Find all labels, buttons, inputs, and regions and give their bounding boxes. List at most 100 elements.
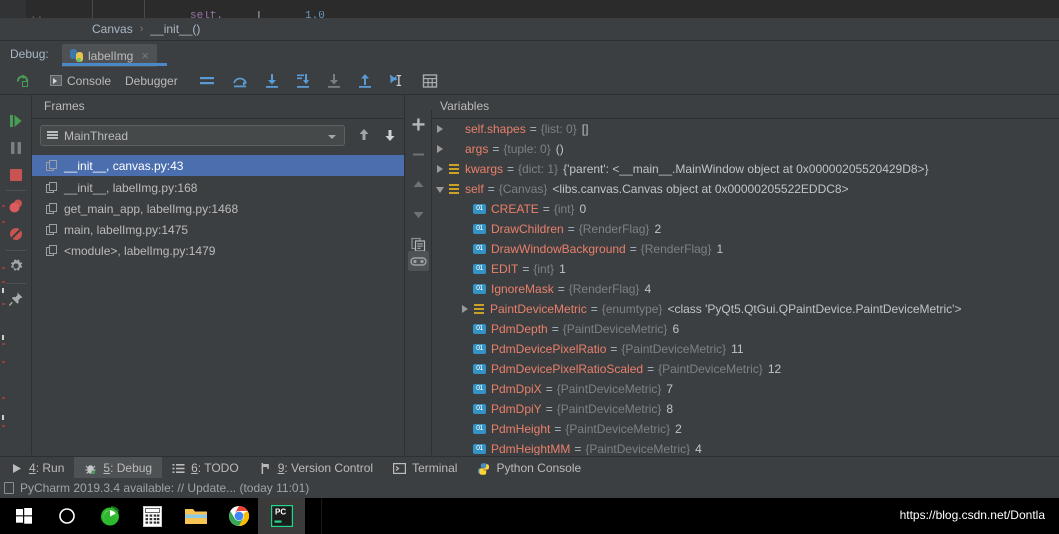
primitive-value-icon: 01 [473,364,486,374]
variable-row[interactable]: PaintDeviceMetric = {enumtype} <class 'PyQt… [461,299,961,319]
frame-row[interactable]: __init__, canvas.py:43 [32,155,404,176]
pause-program-icon[interactable] [8,140,24,156]
variable-name: CREATE [491,202,539,216]
status-message[interactable]: PyCharm 2019.3.4 available: // Update...… [20,481,309,495]
tab-debugger-label: Debugger [125,73,178,88]
chevron-down-icon[interactable] [328,135,336,139]
primitive-value-icon: 01 [473,404,486,414]
breadcrumb[interactable]: Canvas › __init__() [0,18,1059,40]
remove-watch-icon[interactable] [410,146,427,163]
variable-type: {PaintDeviceMetric} [658,362,763,376]
breadcrumb-separator: › [139,23,144,35]
file-explorer-icon[interactable] [172,498,219,534]
tool-button-debug[interactable]: 5 : Debug [74,457,163,479]
rerun-icon[interactable] [14,72,31,89]
variable-row[interactable]: 01 PdmDevicePixelRatioScaled = {PaintDevice… [461,359,781,379]
variable-value: <class 'PyQt5.QtGui.QPaintDevice.PaintDe… [667,302,962,316]
variable-row[interactable]: 01 DrawWindowBackground = {RenderFlag} 1 [461,239,723,259]
mute-breakpoints-icon[interactable] [8,226,24,242]
inline-watches-icon[interactable] [410,253,427,270]
variables-list[interactable]: self.shapes = {list: 0}[] args = {tuple: 0}()… [432,119,1059,455]
variable-row[interactable]: self.shapes = {list: 0} [] [436,119,588,139]
chevron-right-icon[interactable] [436,164,445,174]
pin-tab-icon[interactable] [8,291,24,307]
tool-button-todo[interactable]: 6 : TODO [162,457,249,479]
variable-row[interactable]: args = {tuple: 0} () [436,139,564,159]
primitive-value-icon: 01 [473,344,486,354]
variable-type: {Canvas} [498,182,548,196]
frame-label: __init__, labelImg.py:168 [64,180,198,195]
browser-360-icon[interactable] [86,498,133,534]
variable-row[interactable]: 01 IgnoreMask = {RenderFlag} 4 [461,279,651,299]
settings-icon[interactable] [8,258,24,274]
variable-type: {PaintDeviceMetric} [621,342,727,356]
variable-type: {PaintDeviceMetric} [556,402,662,416]
step-over-icon[interactable] [232,73,248,89]
variable-row[interactable]: 01 PdmHeight = {PaintDeviceMetric} 2 [461,419,682,439]
move-down-icon[interactable] [410,206,427,223]
variable-row[interactable]: self = {Canvas} <libs.canvas.Canvas object … [436,179,849,199]
layout-settings-icon[interactable] [199,73,215,89]
tab-console[interactable]: Console [50,72,111,89]
stop-icon[interactable] [8,167,24,183]
variable-row[interactable]: 01 EDIT = {int} 1 [461,259,566,279]
variable-name: DrawChildren [491,222,564,236]
close-icon[interactable]: × [141,49,149,62]
frame-row[interactable]: get_main_app, labelImg.py:1468 [40,198,404,219]
frame-row[interactable]: __init__, labelImg.py:168 [40,177,404,198]
tool-button-terminal[interactable]: Terminal [383,457,467,479]
variable-equals: = [487,182,495,196]
chevron-down-icon[interactable] [436,185,445,194]
variable-row[interactable]: 01 PdmDepth = {PaintDeviceMetric} 6 [461,319,679,339]
chevron-right-icon[interactable] [461,304,470,314]
calculator-icon[interactable] [129,498,176,534]
cortana-search-icon[interactable] [43,498,90,534]
evaluate-expression-icon[interactable] [422,73,438,89]
arrow-up-icon[interactable] [354,125,374,145]
force-step-into-icon[interactable] [295,73,311,89]
variable-row[interactable]: 01 PdmDevicePixelRatio = {PaintDeviceMetric… [461,339,744,359]
variable-type: {PaintDeviceMetric} [585,442,691,455]
windows-start-icon[interactable] [0,498,47,534]
move-up-icon[interactable] [410,176,427,193]
tool-button-run[interactable]: 4 : Run [0,457,74,479]
variable-row[interactable]: 01 CREATE = {int} 0 [461,199,586,219]
variable-name: PdmDevicePixelRatio [491,342,607,356]
editor-code-fragment-1: .. [30,11,44,18]
tool-button-version-control[interactable]: 9 : Version Control [249,457,383,479]
tool-button-python-console[interactable]: Python Console [467,457,591,479]
toggle-placeholder [461,445,470,454]
breadcrumb-item-0[interactable]: Canvas [92,22,133,36]
arrow-down-icon[interactable] [380,125,400,145]
toggle-placeholder [461,385,470,394]
resume-program-icon[interactable] [8,113,24,129]
tab-debugger[interactable]: Debugger [125,72,178,89]
strip-divider-3 [6,283,26,284]
step-out-icon[interactable] [357,73,373,89]
step-into-icon[interactable] [264,73,280,89]
variable-value: 1 [559,262,566,276]
pycharm-icon[interactable]: PC [258,498,305,534]
frame-row[interactable]: main, labelImg.py:1475 [40,219,404,240]
thread-selector[interactable]: MainThread [40,125,345,146]
variable-row[interactable]: kwargs = {dict: 1} {'parent': <__main__.Mai… [436,159,929,179]
variable-row[interactable]: 01 PdmDpiY = {PaintDeviceMetric} 8 [461,399,673,419]
variable-type: {PaintDeviceMetric} [562,322,668,336]
variable-row[interactable]: 01 PdmHeightMM = {PaintDeviceMetric} 4 [461,439,702,455]
chevron-right-icon[interactable] [436,124,445,134]
variable-equals: = [545,402,553,416]
add-watch-icon[interactable] [410,116,427,133]
variable-type: {RenderFlag} [578,222,650,236]
variable-value: 1 [716,242,724,256]
view-breakpoints-icon[interactable] [8,198,24,214]
variable-row[interactable]: 01 PdmDpiX = {PaintDeviceMetric} 7 [461,379,673,399]
run-to-cursor-icon[interactable] [388,73,404,89]
breadcrumb-item-1[interactable]: __init__() [150,22,200,36]
step-into-my-code-icon[interactable] [326,73,342,89]
chevron-right-icon[interactable] [436,144,445,154]
variable-equals: = [492,142,500,156]
event-log-icon[interactable] [4,482,14,494]
chrome-icon[interactable] [215,498,262,534]
variable-row[interactable]: 01 DrawChildren = {RenderFlag} 2 [461,219,661,239]
frame-row[interactable]: <module>, labelImg.py:1479 [40,240,404,261]
